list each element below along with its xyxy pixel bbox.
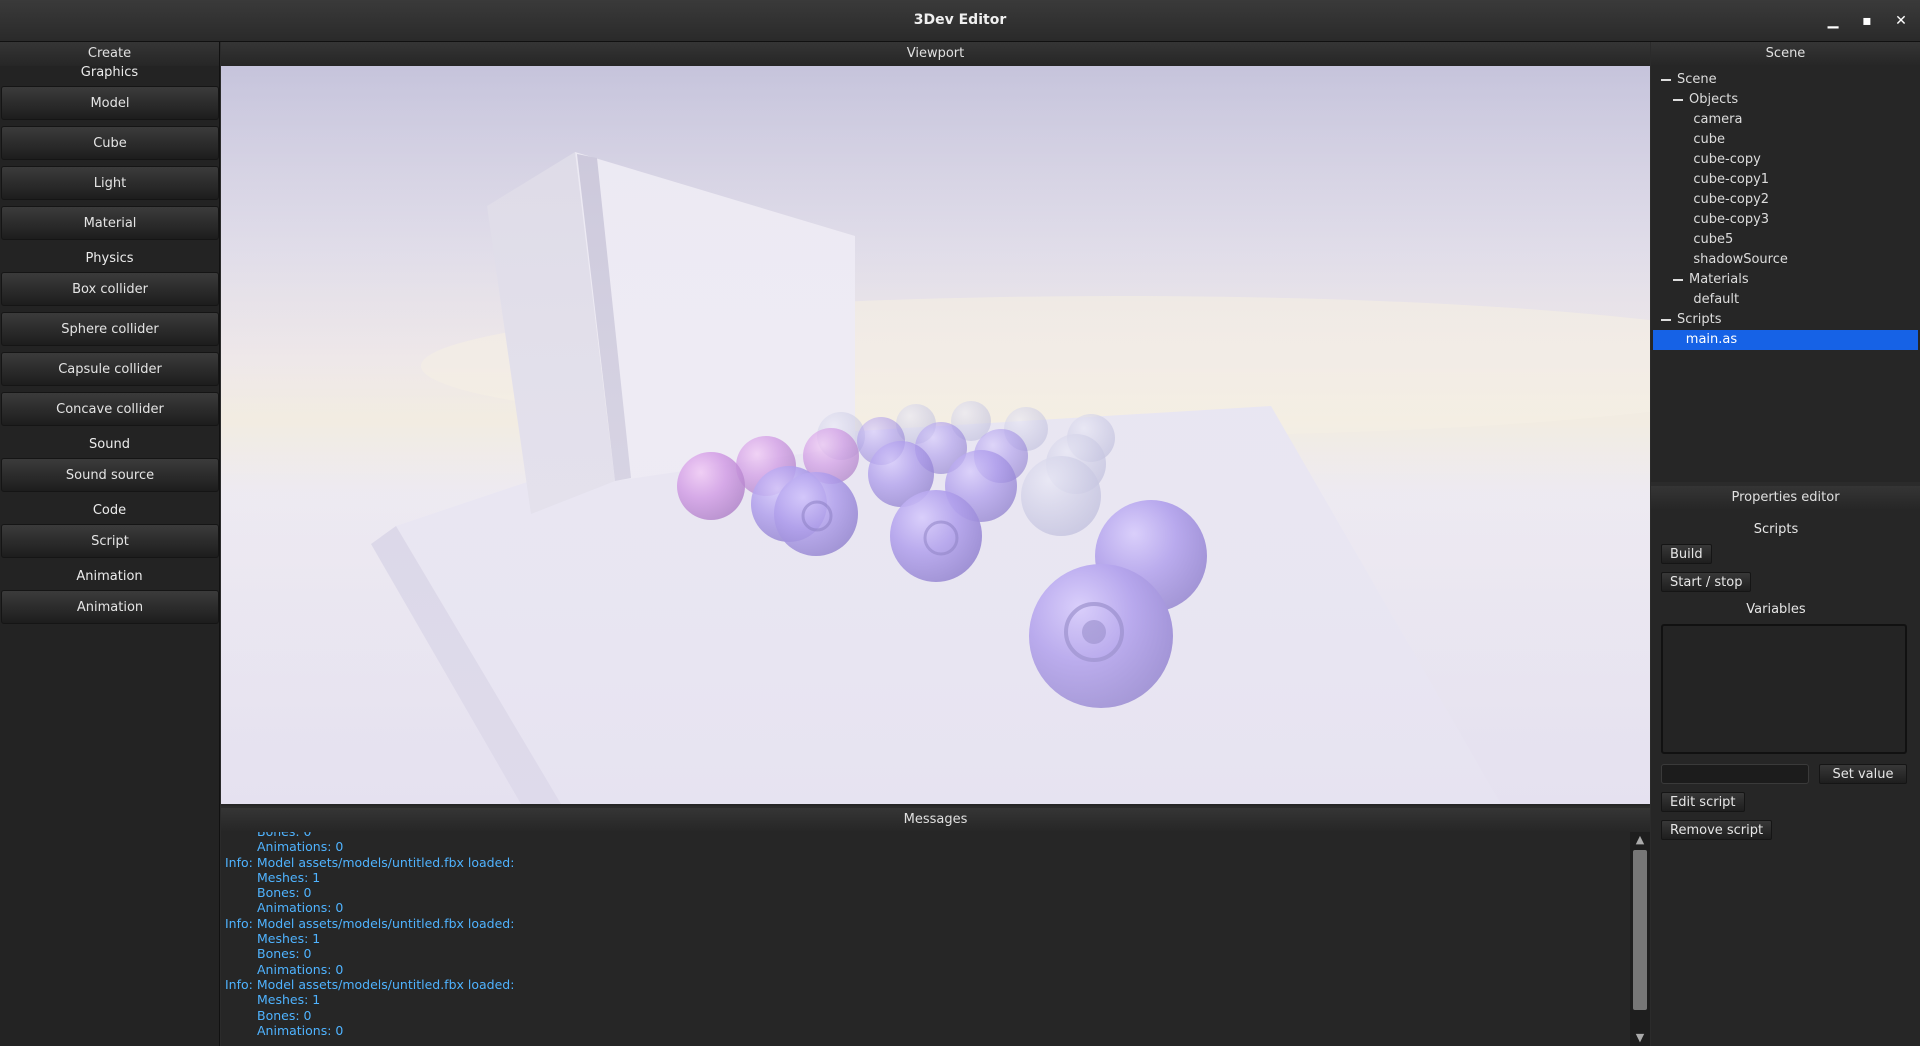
tree-item-label: cube — [1693, 132, 1726, 147]
section-title-animation: Animation — [76, 569, 143, 584]
tree-item-cube[interactable]: cube — [1651, 130, 1920, 150]
tree-item-label: main.as — [1685, 332, 1738, 347]
tree-item-label: shadowSource — [1693, 252, 1788, 267]
material-button[interactable]: Material — [1, 206, 219, 240]
message-line: Bones: 0 — [257, 946, 312, 962]
scene-tree: Scene Objects camera cube cube-copy cube-copy… — [1651, 70, 1920, 350]
tree-item-label: Materials — [1689, 272, 1749, 287]
collapse-icon[interactable] — [1661, 318, 1671, 321]
tree-item-label: cube5 — [1693, 232, 1734, 247]
animation-button[interactable]: Animation — [1, 590, 219, 624]
build-button[interactable]: Build — [1661, 544, 1712, 564]
concave-collider-button[interactable]: Concave collider — [1, 392, 219, 426]
message-line: Bones: 0 — [225, 832, 1629, 839]
variables-list[interactable] — [1661, 624, 1907, 754]
fog-overlay — [221, 66, 1650, 804]
scene-render — [221, 66, 1650, 804]
tree-item-label: cube-copy3 — [1693, 212, 1770, 227]
collapse-icon[interactable] — [1661, 78, 1671, 81]
tree-item-label: default — [1693, 292, 1740, 307]
create-panel: Create Graphics Model Cube Light Material Phy… — [0, 42, 220, 1046]
tree-node-materials[interactable]: Materials — [1651, 270, 1920, 290]
cube-button[interactable]: Cube — [1, 126, 219, 160]
tree-item-label: camera — [1693, 112, 1743, 127]
scroll-down-icon[interactable]: ▼ — [1633, 1032, 1647, 1044]
messages-panel: Messages Bones: 0Animations: 0Info: Mode… — [221, 808, 1650, 1046]
tree-node-scripts[interactable]: Scripts — [1651, 310, 1920, 330]
maximize-icon[interactable]: ▪ — [1858, 12, 1876, 30]
tree-item-shadowsource[interactable]: shadowSource — [1651, 250, 1920, 270]
sound-source-button[interactable]: Sound source — [1, 458, 219, 492]
tree-item-main-as[interactable]: main.as — [1653, 330, 1918, 350]
scroll-up-icon[interactable]: ▲ — [1633, 834, 1647, 846]
tree-item-default[interactable]: default — [1651, 290, 1920, 310]
tree-item-label: cube-copy — [1693, 152, 1761, 167]
section-title-sound: Sound — [89, 437, 130, 452]
scene-header: Scene — [1651, 42, 1920, 66]
capsule-collider-button[interactable]: Capsule collider — [1, 352, 219, 386]
message-line: Meshes: 1 — [257, 992, 321, 1008]
tree-node-scene[interactable]: Scene — [1651, 70, 1920, 90]
script-button[interactable]: Script — [1, 524, 219, 558]
message-line: Meshes: 1 — [257, 869, 321, 885]
variables-title: Variables — [1746, 602, 1806, 617]
tree-node-objects[interactable]: Objects — [1651, 90, 1920, 110]
tree-item-label: cube-copy2 — [1693, 192, 1770, 207]
minimize-icon[interactable]: ▁ — [1824, 12, 1842, 30]
message-line: Info: Model assets/models/untitled.fbx l… — [225, 854, 515, 870]
set-value-button[interactable]: Set value — [1819, 764, 1907, 784]
message-line: Meshes: 1 — [257, 931, 321, 947]
messages-scrollbar[interactable]: ▲ ▼ — [1630, 832, 1650, 1046]
section-title-graphics: Graphics — [80, 65, 139, 80]
window-title: 3Dev Editor — [913, 12, 1007, 28]
start-stop-button[interactable]: Start / stop — [1661, 572, 1752, 592]
message-line: Info: Model assets/models/untitled.fbx l… — [225, 915, 515, 931]
messages-header: Messages — [221, 808, 1650, 832]
viewport-panel: Viewport — [221, 42, 1650, 806]
scripts-section-title: Scripts — [1753, 522, 1799, 537]
properties-panel: Properties editor Scripts Build Start / … — [1651, 486, 1920, 1046]
sphere-collider-button[interactable]: Sphere collider — [1, 312, 219, 346]
message-line: Bones: 0 — [257, 1007, 312, 1023]
messages-log[interactable]: Bones: 0Animations: 0Info: Model assets/… — [221, 832, 1629, 1046]
edit-script-button[interactable]: Edit script — [1661, 792, 1745, 812]
tree-item-label: Scripts — [1677, 312, 1722, 327]
message-line: Animations: 0 — [257, 900, 344, 916]
tree-item-cube-copy2[interactable]: cube-copy2 — [1651, 190, 1920, 210]
tree-item-label: cube-copy1 — [1693, 172, 1770, 187]
title-bar: 3Dev Editor ▁ ▪ ✕ — [0, 0, 1920, 42]
properties-header: Properties editor — [1651, 486, 1920, 510]
section-title-physics: Physics — [85, 251, 134, 266]
tree-item-camera[interactable]: camera — [1651, 110, 1920, 130]
message-line: Animations: 0 — [257, 961, 344, 977]
remove-script-button[interactable]: Remove script — [1661, 820, 1773, 840]
tree-item-cube-copy3[interactable]: cube-copy3 — [1651, 210, 1920, 230]
create-sections: Graphics Model Cube Light Material Physics Box… — [0, 60, 219, 624]
scroll-thumb[interactable] — [1633, 850, 1647, 1010]
tree-item-cube5[interactable]: cube5 — [1651, 230, 1920, 250]
box-collider-button[interactable]: Box collider — [1, 272, 219, 306]
light-button[interactable]: Light — [1, 166, 219, 200]
viewport-header: Viewport — [221, 42, 1650, 66]
section-title-code: Code — [92, 503, 127, 518]
collapse-icon[interactable] — [1673, 98, 1683, 101]
model-button[interactable]: Model — [1, 86, 219, 120]
message-line: Animations: 0 — [257, 1022, 344, 1038]
collapse-icon[interactable] — [1673, 278, 1683, 281]
tree-item-cube-copy[interactable]: cube-copy — [1651, 150, 1920, 170]
viewport-canvas[interactable] — [221, 66, 1650, 804]
tree-item-label: Objects — [1689, 92, 1739, 107]
tree-item-label: Scene — [1677, 72, 1717, 87]
message-line: Bones: 0 — [257, 885, 312, 901]
close-icon[interactable]: ✕ — [1892, 12, 1910, 30]
tree-item-cube-copy1[interactable]: cube-copy1 — [1651, 170, 1920, 190]
message-line: Animations: 0 — [257, 839, 344, 855]
scene-panel: Scene Scene Objects camera cube cube-copy cub… — [1651, 42, 1920, 482]
message-line: Info: Model assets/models/untitled.fbx l… — [225, 976, 515, 992]
value-input[interactable] — [1661, 764, 1809, 784]
